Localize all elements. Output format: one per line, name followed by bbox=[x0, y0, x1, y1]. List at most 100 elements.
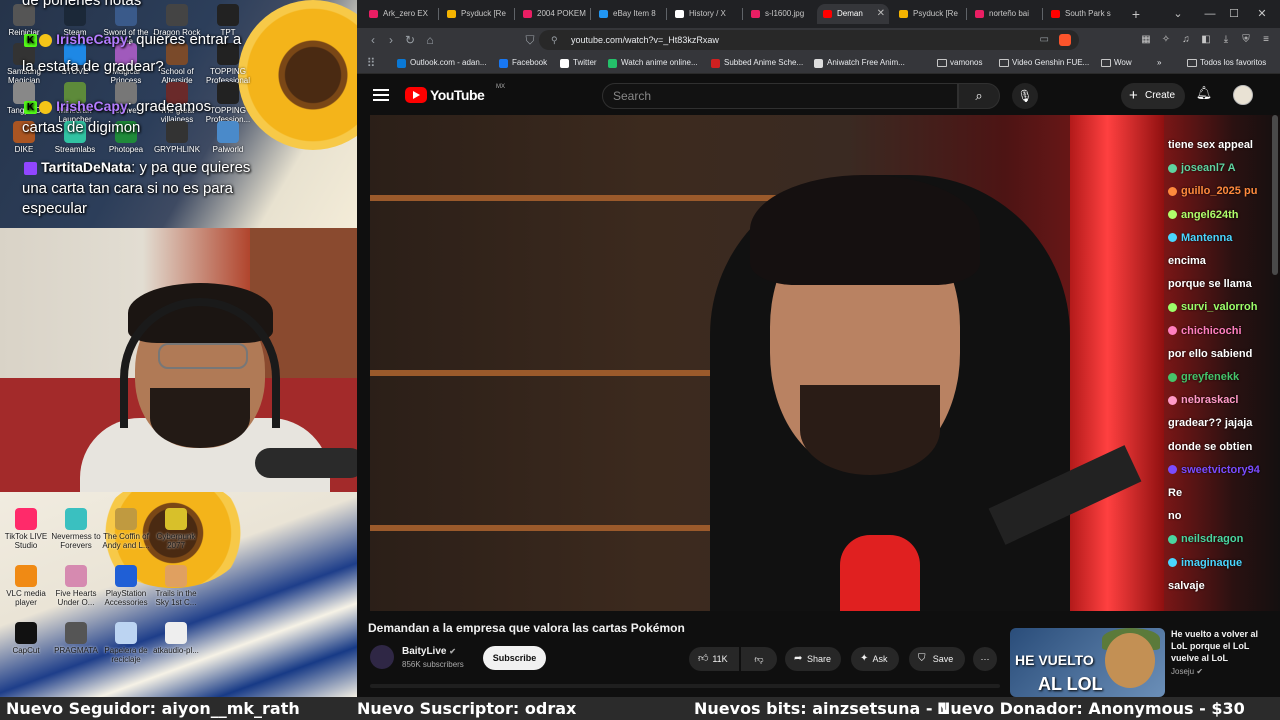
browser-tab[interactable]: Psyduck [Re bbox=[893, 4, 965, 24]
tab-separator bbox=[666, 8, 667, 20]
browser-tab[interactable]: s-l1600.jpg bbox=[745, 4, 813, 24]
notifications-bell-icon[interactable]: 🔔︎ bbox=[1195, 85, 1213, 105]
home-icon[interactable]: ⌂ bbox=[420, 30, 440, 50]
video-chat-text: no bbox=[1168, 510, 1182, 523]
bookmark-item[interactable]: Subbed Anime Sche... bbox=[711, 56, 803, 70]
tab-favicon bbox=[823, 10, 832, 18]
ask-button[interactable]: ✦ Ask bbox=[851, 647, 899, 671]
search-button[interactable]: ⌕ bbox=[958, 83, 1000, 109]
desktop-icon[interactable]: Cyberpunk 2077 bbox=[150, 508, 202, 550]
new-tab-button[interactable]: + bbox=[1127, 4, 1145, 24]
maximize-icon[interactable]: ☐ bbox=[1223, 4, 1245, 24]
site-info-icon[interactable]: ⚲ bbox=[551, 30, 558, 50]
channel-name[interactable]: BaityLive ✔ bbox=[402, 646, 456, 657]
desktop-icon[interactable]: CapCut bbox=[0, 622, 52, 655]
app-icon bbox=[15, 508, 37, 530]
video-player[interactable] bbox=[370, 115, 1164, 611]
dislike-button[interactable]: 👎︎ bbox=[741, 647, 777, 671]
video-chat-line: Re bbox=[1168, 487, 1182, 499]
bookmark-item[interactable]: Facebook bbox=[499, 56, 547, 70]
browser-tab[interactable]: 2004 POKEM bbox=[517, 4, 589, 24]
subscribe-button[interactable]: Subscribe bbox=[483, 646, 546, 670]
tab-favicon bbox=[899, 10, 908, 18]
media-icon[interactable]: ♫ bbox=[1179, 33, 1193, 47]
desktop-icon[interactable]: The Coffin of Andy and L... bbox=[100, 508, 152, 550]
sidebar-icon[interactable]: ◧ bbox=[1199, 33, 1213, 47]
browser-tab[interactable]: History / X bbox=[669, 4, 741, 24]
desktop-icon[interactable]: PRAGMATA bbox=[50, 622, 102, 655]
close-window-icon[interactable]: ✕ bbox=[1251, 4, 1273, 24]
bookmark-page-icon[interactable]: ⛉ bbox=[520, 30, 540, 50]
microphone-icon: 🎙︎ bbox=[1017, 89, 1033, 103]
desktop-icon[interactable]: Five Hearts Under O... bbox=[50, 565, 102, 607]
plus-icon: + bbox=[1129, 87, 1138, 104]
video-chat-text: joseanl7 A bbox=[1181, 162, 1236, 175]
browser-tab[interactable]: Ark_zero EX bbox=[363, 4, 437, 24]
share-button[interactable]: ➦ Share bbox=[785, 647, 841, 671]
save-button[interactable]: ⛉ Save bbox=[909, 647, 965, 671]
desktop-icon[interactable]: Trails in the Sky 1st C... bbox=[150, 565, 202, 607]
vpn-icon[interactable]: ⛨ bbox=[1239, 33, 1253, 47]
browser-tab[interactable]: norteño bai bbox=[969, 4, 1041, 24]
kick-badge-icon: K bbox=[24, 100, 37, 114]
browser-tab[interactable]: South Park s bbox=[1045, 4, 1119, 24]
extensions-puzzle-icon[interactable]: ✧ bbox=[1159, 33, 1173, 47]
bookmark-item[interactable]: Watch anime online... bbox=[608, 56, 698, 70]
voice-search-button[interactable]: 🎙︎ bbox=[1012, 83, 1038, 109]
desktop-icon[interactable]: Papelera de reciclaje bbox=[100, 622, 152, 664]
channel-avatar[interactable] bbox=[370, 645, 394, 669]
cast-icon[interactable]: ▭ bbox=[1040, 30, 1049, 50]
more-actions-button[interactable]: ⋯ bbox=[973, 647, 997, 671]
video-chat-line: angel624th bbox=[1168, 209, 1238, 221]
browser-tab[interactable]: Psyduck [Re bbox=[441, 4, 513, 24]
bookmark-folder[interactable]: Wow bbox=[1101, 56, 1132, 70]
chat-line: de ponerles notas bbox=[22, 0, 142, 9]
address-bar[interactable]: ⚲ youtube.com/watch?v=_Ht83kzRxaw ▭ bbox=[539, 30, 1079, 50]
desktop-icon[interactable]: atkaudio-pl... bbox=[150, 622, 202, 655]
tab-separator bbox=[966, 8, 967, 20]
browser-tab[interactable]: eBay Item 8 bbox=[593, 4, 665, 24]
video-title: Demandan a la empresa que valora las car… bbox=[368, 621, 685, 635]
bookmark-item[interactable]: Aniwatch Free Anim... bbox=[814, 56, 905, 70]
browser-tab[interactable]: Deman ✕ bbox=[817, 4, 889, 24]
hamburger-menu-icon[interactable] bbox=[373, 86, 389, 104]
back-icon[interactable]: ‹ bbox=[363, 30, 383, 50]
bookmark-folder[interactable]: Video Genshin FUE... bbox=[999, 56, 1089, 70]
bookmark-item[interactable]: Twitter bbox=[560, 56, 597, 70]
account-avatar[interactable] bbox=[1233, 85, 1253, 105]
verified-icon: ✔ bbox=[449, 647, 456, 656]
tab-label: Psyduck [Re bbox=[913, 9, 958, 18]
desktop-icon[interactable]: VLC media player bbox=[0, 565, 52, 607]
recommended-thumbnail[interactable]: HE VUELTO AL LOL bbox=[1010, 628, 1165, 697]
all-bookmarks-folder[interactable]: Todos los favoritos bbox=[1187, 56, 1266, 70]
video-red-light bbox=[1070, 115, 1164, 611]
recommended-title[interactable]: He vuelto a volver al LoL porque el LoL … bbox=[1171, 628, 1276, 664]
page-scrollbar[interactable] bbox=[1272, 115, 1278, 275]
tab-favicon bbox=[1051, 10, 1060, 18]
recommended-channel[interactable]: Joseju ✔ bbox=[1171, 667, 1203, 676]
bookmark-folder[interactable]: vamonos bbox=[937, 56, 982, 70]
tab-label: Deman bbox=[837, 9, 863, 18]
forward-icon[interactable]: › bbox=[381, 30, 401, 50]
desktop-icon[interactable]: TikTok LIVE Studio bbox=[0, 508, 52, 550]
tab-search-icon[interactable]: ⌄ bbox=[1167, 4, 1189, 24]
minimize-icon[interactable]: — bbox=[1199, 4, 1221, 24]
apps-grid-icon[interactable]: ⠿ bbox=[361, 53, 381, 73]
extension-icon[interactable]: ▦ bbox=[1139, 33, 1153, 47]
brave-shields-icon[interactable] bbox=[1059, 34, 1071, 46]
desktop-icon-label: Nevermess to Forevers bbox=[51, 532, 101, 550]
download-icon[interactable]: ⤓ bbox=[1219, 33, 1233, 47]
video-chat-line: donde se obtien bbox=[1168, 441, 1252, 453]
bookmarks-bar: ⠿ Outlook.com - adan... Facebook Twitter Wa… bbox=[357, 52, 1280, 74]
chat-line: cartas de digimon bbox=[22, 119, 141, 136]
desktop-icon[interactable]: Nevermess to Forevers bbox=[50, 508, 102, 550]
more-bookmarks-button[interactable]: » bbox=[1157, 56, 1161, 70]
bookmark-item[interactable]: Outlook.com - adan... bbox=[397, 56, 486, 70]
create-button[interactable]: + Create bbox=[1121, 83, 1185, 109]
search-input[interactable]: Search bbox=[602, 83, 958, 109]
close-tab-icon[interactable]: ✕ bbox=[877, 4, 885, 24]
desktop-icon[interactable]: PlayStation Accessories bbox=[100, 565, 152, 607]
menu-icon[interactable]: ≡ bbox=[1259, 33, 1273, 47]
reload-icon[interactable]: ↻ bbox=[400, 30, 420, 50]
like-button[interactable]: 👍︎ 11K bbox=[689, 647, 739, 671]
